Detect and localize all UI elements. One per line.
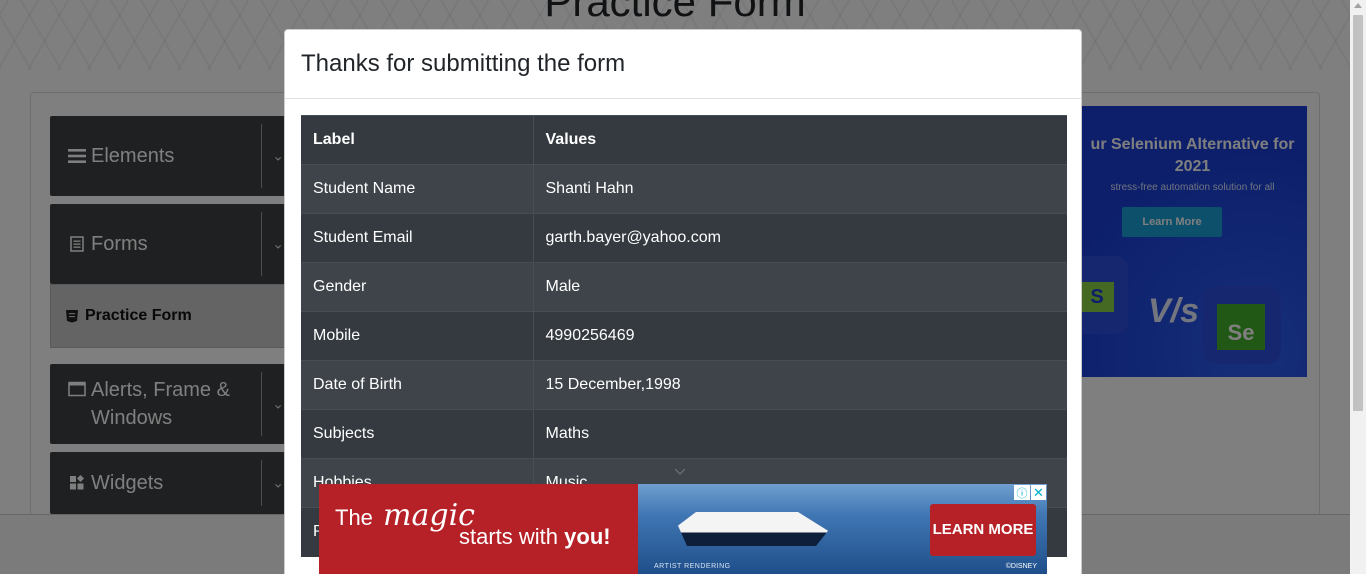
column-header: Label [301, 115, 534, 165]
cruise-ship-image [678, 512, 828, 546]
table-row: Student Name Shanti Hahn [301, 164, 1067, 214]
ad-image-panel: ARTIST RENDERING ©DISNEY LEARN MORE [638, 484, 1047, 574]
row-label: Student Email [301, 213, 534, 263]
ad-headline-line2-prefix: starts with [459, 524, 559, 549]
row-label: Student Name [301, 164, 534, 214]
row-value: 15 December,1998 [533, 360, 1067, 410]
close-icon[interactable]: ✕ [1031, 485, 1046, 500]
row-label: Gender [301, 262, 534, 312]
page-scrollbar[interactable] [1350, 0, 1366, 574]
table-header-row: Label Values [301, 115, 1067, 165]
column-header: Values [533, 115, 1067, 165]
table-row: Gender Male [301, 262, 1067, 312]
ad-headline-line2-bold: you! [564, 524, 611, 549]
adchoices-icon[interactable]: ⓘ [1014, 485, 1030, 500]
row-label: Mobile [301, 311, 534, 361]
row-label: Subjects [301, 409, 534, 459]
chevron-down-icon [674, 468, 686, 475]
row-value: Male [533, 262, 1067, 312]
scroll-thumb[interactable] [1353, 15, 1363, 411]
table-row: Subjects Maths [301, 409, 1067, 459]
ad-headline-line2: starts with you! [459, 524, 611, 550]
row-value: Shanti Hahn [533, 164, 1067, 214]
ad-banner-bottom[interactable]: The magic starts with you! ARTIST RENDER… [319, 484, 1047, 574]
modal-header: Thanks for submitting the form [285, 30, 1081, 99]
ad-fine-print: ARTIST RENDERING [654, 563, 731, 570]
ad-text-panel: The magic starts with you! [319, 484, 638, 574]
ad-brand: ©DISNEY [1005, 563, 1037, 570]
row-value: garth.bayer@yahoo.com [533, 213, 1067, 263]
row-value: 4990256469 [533, 311, 1067, 361]
table-row: Student Email garth.bayer@yahoo.com [301, 213, 1067, 263]
modal-title: Thanks for submitting the form [301, 50, 626, 77]
ad-headline-prefix: The [335, 505, 373, 530]
scroll-up-arrow-icon[interactable] [1354, 3, 1362, 8]
table-row: Mobile 4990256469 [301, 311, 1067, 361]
table-row: Date of Birth 15 December,1998 [301, 360, 1067, 410]
row-label: Date of Birth [301, 360, 534, 410]
row-value: Maths [533, 409, 1067, 459]
ad-headline-line1: The magic [335, 498, 475, 533]
ad-learn-more-button[interactable]: LEARN MORE [930, 504, 1036, 556]
